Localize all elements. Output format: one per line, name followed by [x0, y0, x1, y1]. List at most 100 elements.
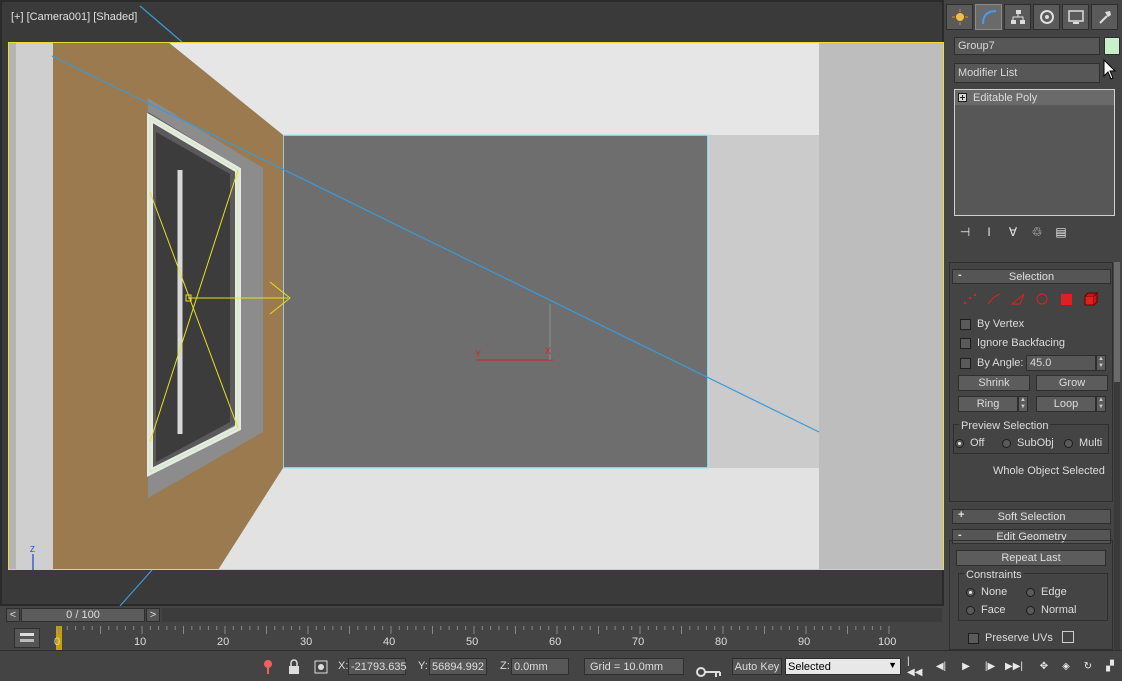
frame-indicator[interactable]: 0 / 100 [21, 608, 145, 622]
constraint-edge-radio[interactable]: Edge [1026, 586, 1067, 598]
show-end-result-icon[interactable]: I [982, 225, 996, 239]
repeat-last-button[interactable]: Repeat Last [956, 550, 1106, 566]
viewport-label[interactable]: [+] [Camera001] [Shaded] [11, 11, 137, 23]
tick-label-0: 0 [54, 636, 61, 648]
preview-multi-radio[interactable]: Multi [1064, 437, 1102, 449]
preview-selection-title: Preview Selection [959, 420, 1051, 432]
tick-label-30: 30 [300, 636, 313, 648]
time-slider[interactable]: < 0 / 100 > [0, 606, 944, 624]
shrink-button[interactable]: Shrink [958, 375, 1030, 391]
goto-start-icon[interactable]: |◀◀ [907, 656, 923, 678]
command-panel-scrollbar[interactable] [1114, 262, 1120, 652]
loop-button[interactable]: Loop [1036, 396, 1096, 412]
selection-status-text: Whole Object Selected [993, 465, 1105, 477]
constraint-none-radio[interactable]: None [966, 586, 1007, 598]
angle-value-field[interactable]: 45.0 [1026, 355, 1096, 371]
sun-icon [951, 9, 968, 25]
angle-spinner[interactable]: ▲ ▼ [1096, 355, 1106, 371]
pin-marker-icon[interactable] [262, 659, 274, 675]
play-icon[interactable]: ▶ [958, 658, 974, 675]
preserve-uvs-checkbox[interactable]: Preserve UVs [968, 632, 1053, 644]
make-unique-icon[interactable]: ∀ [1006, 225, 1020, 239]
ignore-backfacing-label: Ignore Backfacing [977, 337, 1066, 349]
tab-display[interactable] [1062, 4, 1089, 30]
ring-spinner[interactable]: ▲ ▼ [1018, 396, 1028, 412]
rollout-title: Soft Selection [997, 510, 1066, 523]
motion-icon [1039, 10, 1054, 24]
dolly-icon[interactable]: ↻ [1080, 658, 1096, 675]
grow-button[interactable]: Grow [1036, 375, 1108, 391]
preserve-uvs-label: Preserve UVs [985, 632, 1053, 644]
constraint-normal-radio[interactable]: Normal [1026, 604, 1076, 616]
key-filter-dropdown[interactable]: Selected ▼ [785, 658, 901, 675]
stack-toolbar: ⊣ I ∀ ♲ ▤ [954, 222, 1115, 242]
tick-label-90: 90 [798, 636, 811, 648]
modifier-list-dropdown[interactable]: Modifier List [954, 63, 1100, 83]
element-mode-icon[interactable] [1058, 292, 1074, 306]
by-angle-label: By Angle: [977, 357, 1024, 369]
time-prev-button[interactable]: < [6, 608, 20, 622]
modifier-stack[interactable]: Editable Poly [954, 89, 1115, 216]
z-coord-field[interactable]: 0.0mm [511, 658, 569, 675]
object-name-field[interactable]: Group7 [954, 37, 1100, 55]
edge-mode-icon[interactable] [986, 292, 1002, 306]
tick-label-20: 20 [217, 636, 230, 648]
trackbar-tick-labels: 0 10 20 30 40 50 60 70 80 90 100 [0, 636, 944, 650]
preview-multi-label: Multi [1079, 437, 1103, 449]
tick-label-40: 40 [383, 636, 396, 648]
auto-key-button[interactable]: Auto Key [732, 658, 782, 675]
time-next-button[interactable]: > [146, 608, 160, 622]
lock-icon[interactable] [288, 659, 300, 675]
time-slider-track[interactable] [162, 608, 942, 622]
preserve-uvs-settings-icon[interactable] [1062, 631, 1074, 643]
object-color-swatch[interactable] [1104, 37, 1120, 55]
constraint-edge-label: Edge [1041, 586, 1067, 598]
constraint-none-label: None [981, 586, 1008, 598]
tick-label-70: 70 [632, 636, 645, 648]
ignore-backfacing-checkbox[interactable]: Ignore Backfacing [960, 337, 1065, 349]
hierarchy-icon [1010, 10, 1025, 24]
tick-label-60: 60 [549, 636, 562, 648]
configure-modifier-sets-icon[interactable]: ▤ [1054, 225, 1068, 239]
by-vertex-checkbox[interactable]: By Vertex [960, 318, 1024, 330]
tab-create[interactable] [946, 4, 973, 30]
scrollbar-thumb[interactable] [1114, 262, 1120, 382]
loop-spinner[interactable]: ▲ ▼ [1096, 396, 1106, 412]
pin-stack-icon[interactable]: ⊣ [958, 225, 972, 239]
stack-item-editable-poly[interactable]: Editable Poly [955, 90, 1114, 106]
tab-hierarchy[interactable] [1004, 4, 1031, 30]
camera-overlay [119, 5, 183, 607]
absolute-mode-icon[interactable] [314, 659, 328, 675]
preview-off-radio[interactable]: Off [955, 437, 984, 449]
next-frame-icon[interactable]: |▶ [982, 658, 998, 675]
y-coord-field[interactable]: 56894.992 [429, 658, 487, 675]
chevron-right-icon: > [149, 609, 157, 621]
orbit-icon[interactable]: ◈ [1058, 658, 1074, 675]
goto-end-icon[interactable]: ▶▶| [1005, 658, 1023, 675]
previous-frame-icon[interactable]: ◀| [933, 658, 949, 675]
constraint-face-radio[interactable]: Face [966, 604, 1005, 616]
expand-icon[interactable] [958, 93, 967, 102]
tab-modify[interactable] [975, 4, 1002, 30]
remove-modifier-icon[interactable]: ♲ [1030, 225, 1044, 239]
polygon-mode-icon[interactable] [1034, 292, 1050, 306]
soft-selection-rollout-header[interactable]: + Soft Selection [952, 509, 1111, 524]
constraints-title: Constraints [964, 569, 1024, 581]
tab-motion[interactable] [1033, 4, 1060, 30]
maximize-viewport-icon[interactable]: ▞ [1102, 658, 1118, 675]
subobject-level-icons [962, 292, 1098, 306]
key-icon[interactable] [696, 665, 722, 679]
preview-subobj-radio[interactable]: SubObj [1002, 437, 1054, 449]
pan-icon[interactable]: ✥ [1036, 658, 1052, 675]
preview-off-label: Off [970, 437, 985, 449]
tab-utilities[interactable] [1091, 4, 1118, 30]
border-mode-icon[interactable] [1010, 292, 1026, 306]
by-angle-checkbox[interactable]: By Angle: [960, 357, 1023, 369]
camera-viewport[interactable]: [+] [Camera001] [Shaded] Y X Z [0, 0, 944, 607]
trackbar[interactable]: 0 10 20 30 40 50 60 70 80 90 100 [0, 626, 944, 650]
command-tabs [946, 4, 1118, 32]
x-coord-field[interactable]: -21793.635 [348, 658, 407, 675]
vertex-mode-icon[interactable] [962, 292, 978, 306]
element-cube-icon[interactable] [1082, 292, 1098, 306]
ring-button[interactable]: Ring [958, 396, 1018, 412]
